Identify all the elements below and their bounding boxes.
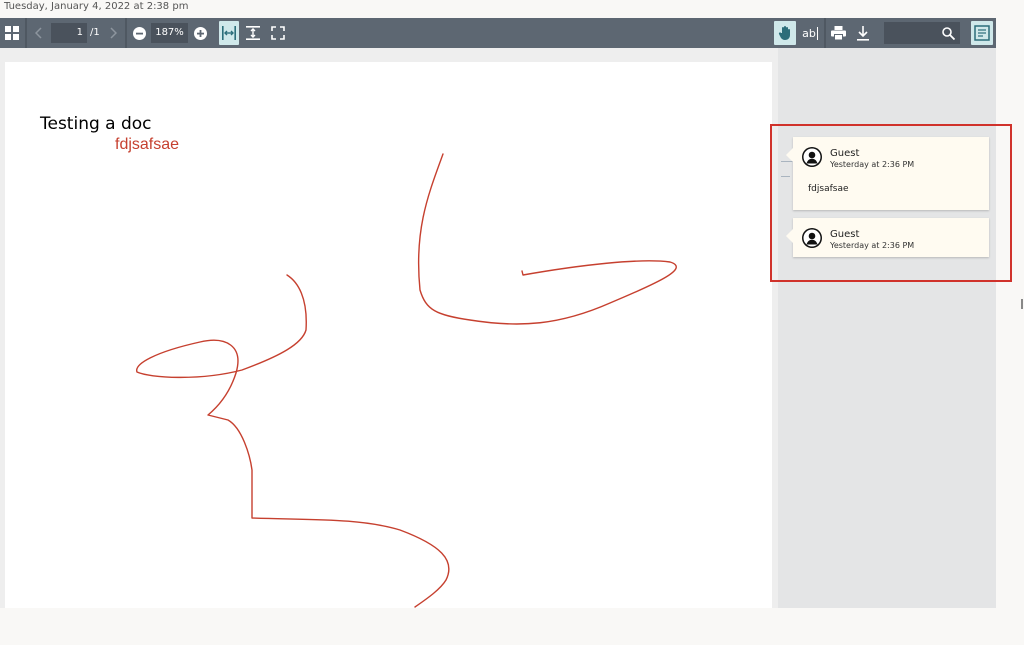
viewer-toolbar: 1 /1 187% ab	[0, 18, 996, 48]
text-select-icon[interactable]: ab	[800, 24, 820, 42]
fit-width-icon[interactable]	[219, 21, 239, 45]
search-icon[interactable]	[940, 25, 956, 41]
zoom-in-icon[interactable]	[193, 26, 207, 40]
page-number-input[interactable]: 1	[51, 23, 87, 43]
notes-panel-icon[interactable]	[971, 21, 993, 45]
scrollbar-handle[interactable]	[1021, 299, 1023, 309]
search-input[interactable]	[884, 22, 960, 44]
toolbar-divider	[25, 18, 27, 48]
document-area[interactable]: Testing a doc fdjsafsae	[0, 48, 778, 608]
prev-page-icon[interactable]	[33, 26, 45, 40]
fit-page-icon[interactable]	[245, 25, 261, 41]
zoom-out-icon[interactable]	[132, 26, 146, 40]
text-select-label: ab	[802, 26, 816, 40]
fullscreen-icon[interactable]	[270, 25, 286, 41]
pan-hand-icon[interactable]	[774, 21, 796, 45]
document-title-text: Testing a doc	[40, 114, 152, 134]
comments-highlight-box	[770, 124, 1012, 282]
zoom-level-input[interactable]: 187%	[151, 23, 188, 43]
toolbar-divider	[824, 18, 826, 48]
next-page-icon[interactable]	[107, 26, 119, 40]
page-total: /1	[90, 27, 100, 38]
print-icon[interactable]	[830, 25, 846, 41]
document-page[interactable]: Testing a doc fdjsafsae	[5, 62, 772, 608]
download-icon[interactable]	[855, 25, 871, 41]
screenshot-timestamp: Tuesday, January 4, 2022 at 2:38 pm	[4, 1, 189, 12]
annotation-text[interactable]: fdjsafsae	[115, 136, 179, 154]
toolbar-divider	[125, 18, 127, 48]
grid-icon[interactable]	[4, 25, 20, 41]
text-cursor-glyph	[816, 26, 818, 40]
